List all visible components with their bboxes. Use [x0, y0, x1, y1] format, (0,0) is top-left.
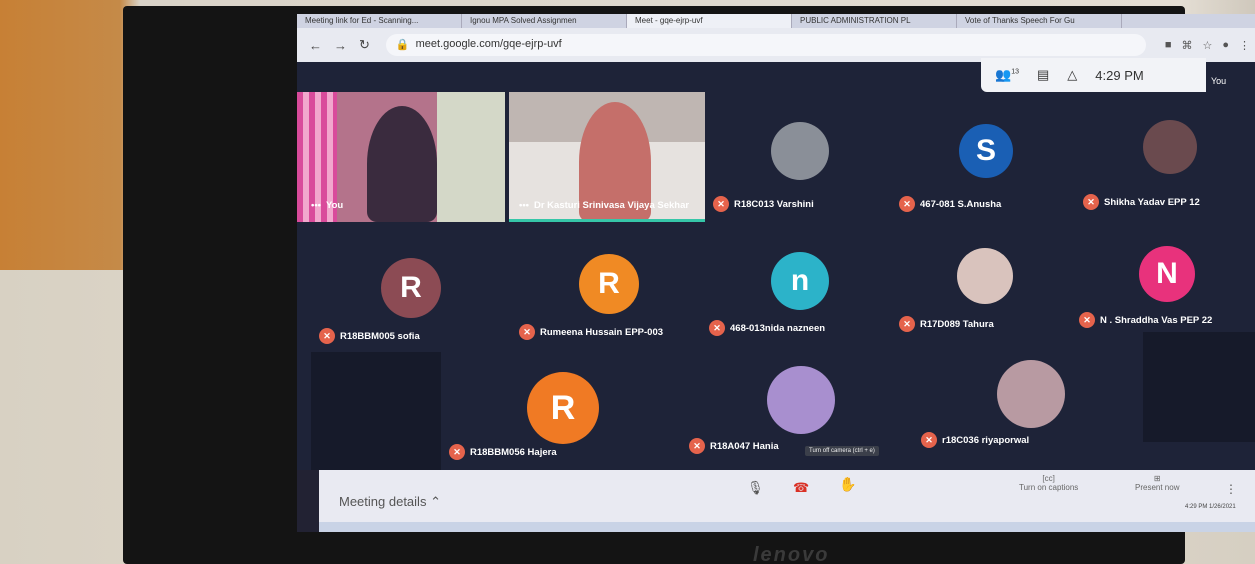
- chat-icon[interactable]: ▤: [1037, 67, 1049, 83]
- extension-icon[interactable]: ⌘: [1181, 39, 1192, 52]
- present-icon: ⊞: [1153, 474, 1161, 483]
- browser-tab[interactable]: Meeting link for Ed - Scanning...: [297, 14, 462, 28]
- profile-avatar[interactable]: ●: [1222, 39, 1229, 52]
- participant-photo-avatar: [767, 366, 835, 434]
- lock-icon: 🔒: [395, 39, 410, 51]
- participant-tile-host[interactable]: ••• Dr Kasturi Srinivasa Vijaya Sekhar: [509, 92, 705, 222]
- forward-arrow-icon[interactable]: →: [334, 38, 347, 53]
- people-icon[interactable]: 👥13: [995, 67, 1019, 83]
- captions-button[interactable]: [cc] Turn on captions: [1019, 474, 1078, 492]
- browser-menu-icon[interactable]: ⋮: [1239, 39, 1250, 52]
- meeting-details-button[interactable]: Meeting details ⌃: [339, 494, 441, 510]
- more-options-icon[interactable]: •••: [311, 200, 321, 211]
- star-icon[interactable]: ☆: [1202, 39, 1212, 52]
- participant-letter-avatar: R: [579, 254, 639, 314]
- browser-tab[interactable]: Ignou MPA Solved Assignmen: [462, 14, 627, 28]
- participant-letter-avatar: S: [959, 124, 1013, 178]
- self-view-label: You: [1211, 76, 1227, 86]
- empty-video-tile: [1143, 332, 1255, 442]
- mic-off-icon: ✕: [713, 196, 729, 212]
- activities-icon[interactable]: △: [1067, 67, 1077, 83]
- participant-tile-you[interactable]: ••• You: [297, 92, 505, 222]
- empty-video-tile: [311, 352, 441, 470]
- participant-label: ✕ R18BBM056 Hajera: [449, 444, 557, 460]
- reload-icon[interactable]: ↻: [359, 37, 370, 53]
- mic-off-icon: ✕: [921, 432, 937, 448]
- participant-photo-avatar: [957, 248, 1013, 304]
- participant-label: ✕ R18A047 Hania: [689, 438, 779, 454]
- participant-photo-avatar: [771, 122, 829, 180]
- participant-letter-avatar: N: [1139, 246, 1195, 302]
- more-options-icon[interactable]: •••: [519, 200, 529, 211]
- participant-name: Dr Kasturi Srinivasa Vijaya Sekhar: [533, 200, 690, 211]
- windows-taskbar: [319, 522, 1255, 532]
- mic-off-icon: ✕: [899, 316, 915, 332]
- participant-letter-avatar: n: [771, 252, 829, 310]
- mic-off-icon: ✕: [449, 444, 465, 460]
- url-text: meet.google.com/gqe-ejrp-uvf: [415, 38, 562, 50]
- participant-photo-avatar: [1143, 120, 1197, 174]
- participant-label: ✕ 467-081 S.Anusha: [899, 196, 1001, 212]
- participant-label: ✕ Rumeena Hussain EPP-003: [519, 324, 663, 340]
- present-now-button[interactable]: ⊞ Present now: [1135, 474, 1179, 492]
- participant-label: ✕ Shikha Yadav EPP 12: [1083, 194, 1200, 210]
- browser-tab[interactable]: Vote of Thanks Speech For Gu: [957, 14, 1122, 28]
- more-options-icon[interactable]: ⋮: [1225, 482, 1237, 496]
- browser-tab[interactable]: PUBLIC ADMINISTRATION PL: [792, 14, 957, 28]
- camera-toggle-icon[interactable]: ✋: [839, 476, 856, 493]
- mic-off-icon: ✕: [899, 196, 915, 212]
- back-arrow-icon[interactable]: ←: [309, 38, 322, 53]
- browser-tab-active[interactable]: Meet - gqe-ejrp-uvf: [627, 14, 792, 28]
- mic-off-icon: ✕: [519, 324, 535, 340]
- participant-label: ✕ R18C013 Varshini: [713, 196, 814, 212]
- cc-icon: [cc]: [1042, 474, 1055, 483]
- brand-logo: lenovo: [753, 544, 830, 564]
- browser-tab-strip: Meeting link for Ed - Scanning... Ignou …: [297, 14, 1255, 28]
- url-field[interactable]: 🔒 meet.google.com/gqe-ejrp-uvf: [385, 34, 1146, 56]
- mic-off-icon: ✕: [709, 320, 725, 336]
- laptop-screen: Meeting link for Ed - Scanning... Ignou …: [297, 14, 1255, 532]
- mic-off-icon: ✕: [319, 328, 335, 344]
- participant-grid: ••• You ••• Dr Kasturi Srinivasa Vijaya Se…: [297, 62, 1255, 470]
- hang-up-icon[interactable]: ☎: [793, 480, 809, 496]
- participant-letter-avatar: R: [381, 258, 441, 318]
- participant-photo-avatar: [997, 360, 1065, 428]
- participant-label: ✕ r18C036 riyaporwal: [921, 432, 1029, 448]
- participant-label: ✕ R18BBM005 sofia: [319, 328, 420, 344]
- camera-status-icon[interactable]: ■: [1165, 39, 1172, 52]
- mic-off-icon: ✕: [1083, 194, 1099, 210]
- participant-label: ✕ N . Shraddha Vas PEP 22: [1079, 312, 1212, 328]
- meeting-time: 4:29 PM: [1095, 67, 1144, 83]
- meeting-control-bar: Meeting details ⌃ 🎙 ☎ ✋ [cc] Turn on capt…: [319, 470, 1255, 522]
- participant-label: ✕ R17D089 Tahura: [899, 316, 994, 332]
- participant-name: You: [325, 200, 344, 211]
- mic-icon[interactable]: 🎙: [747, 480, 764, 496]
- mic-off-icon: ✕: [689, 438, 705, 454]
- participant-letter-avatar: R: [527, 372, 599, 444]
- camera-tooltip: Turn off camera (ctrl + e): [805, 446, 879, 456]
- address-bar-row: ← → ↻ 🔒 meet.google.com/gqe-ejrp-uvf ■ ⌘…: [297, 28, 1255, 62]
- participant-label: ✕ 468-013nida nazneen: [709, 320, 825, 336]
- laptop-bezel: Meeting link for Ed - Scanning... Ignou …: [123, 6, 1255, 564]
- system-clock: 4:29 PM 1/26/2021: [1185, 504, 1236, 510]
- mic-off-icon: ✕: [1079, 312, 1095, 328]
- meeting-info-bar: 👥13 ▤ △ 4:29 PM: [981, 58, 1206, 92]
